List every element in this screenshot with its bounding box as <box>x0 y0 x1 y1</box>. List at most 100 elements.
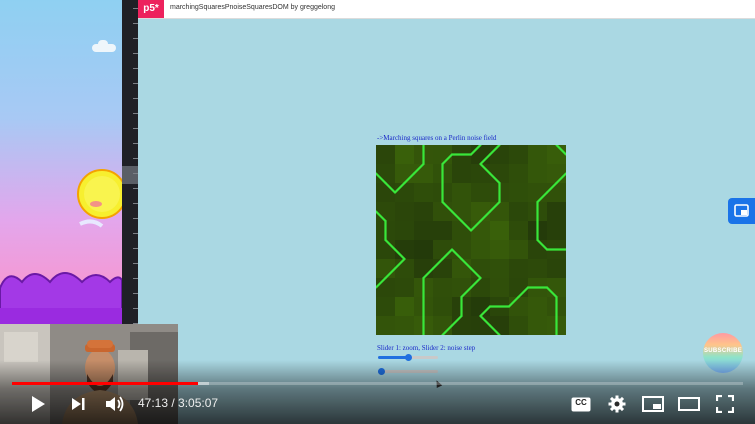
noise-cell <box>414 221 434 241</box>
noise-cell <box>395 240 415 260</box>
noise-cell <box>509 259 529 279</box>
cloud <box>98 40 108 48</box>
theater-mode-button[interactable] <box>676 392 702 416</box>
noise-cell <box>471 316 491 335</box>
noise-cell <box>376 202 396 222</box>
noise-cell <box>433 145 453 165</box>
sketch-caption: ->Marching squares on a Perlin noise fie… <box>377 134 497 142</box>
zoom-slider[interactable] <box>378 354 438 361</box>
noise-cell <box>452 278 472 298</box>
noise-cell <box>528 183 548 203</box>
noise-cell <box>414 240 434 260</box>
noise-cell <box>395 221 415 241</box>
noise-cell <box>395 164 415 184</box>
subscribe-label: SUBSCRIBE <box>703 348 743 354</box>
noise-cell <box>471 221 491 241</box>
p5-logo[interactable]: p5* <box>138 0 164 18</box>
noise-cell <box>395 183 415 203</box>
miniplayer-button[interactable] <box>640 392 666 416</box>
noise-cell <box>376 145 396 165</box>
noise-cell <box>490 164 510 184</box>
noise-cell <box>414 164 434 184</box>
noise-cell <box>490 145 510 165</box>
noise-cell <box>509 164 529 184</box>
noise-cell <box>395 145 415 165</box>
progress-bar[interactable] <box>12 382 743 385</box>
noise-cell <box>490 221 510 241</box>
editor-toolbar: p5* marchingSquaresPnoiseSquaresDOM by g… <box>138 0 755 19</box>
noise-cell <box>471 202 491 222</box>
noise-cell <box>376 316 396 335</box>
noise-cell <box>395 316 415 335</box>
noise-cell <box>509 221 529 241</box>
fullscreen-icon <box>716 395 734 413</box>
noise-cell <box>414 202 434 222</box>
volume-button[interactable] <box>102 392 128 416</box>
noise-cell <box>433 221 453 241</box>
noise-cell <box>471 183 491 203</box>
noise-cell <box>433 259 453 279</box>
noise-cell <box>433 278 453 298</box>
theater-icon <box>678 397 700 411</box>
noise-cell <box>452 316 472 335</box>
picture-in-picture-side-button[interactable] <box>728 198 755 224</box>
gutter-highlight <box>122 166 138 184</box>
pip-icon <box>734 204 749 217</box>
captions-label: CC <box>575 398 587 407</box>
noise-cell <box>395 297 415 317</box>
noise-cell <box>395 259 415 279</box>
noise-cell <box>452 183 472 203</box>
noise-cell <box>490 240 510 260</box>
slider-fill <box>378 356 408 359</box>
noise-cell <box>376 164 396 184</box>
noise-cell <box>490 278 510 298</box>
play-button[interactable] <box>26 392 50 416</box>
noise-cell <box>376 259 396 279</box>
noise-cell <box>490 259 510 279</box>
progress-played <box>12 382 199 385</box>
next-button[interactable] <box>66 392 90 416</box>
noise-cell <box>414 259 434 279</box>
noise-cell <box>509 145 529 165</box>
noise-cell <box>528 164 548 184</box>
noise-cell <box>528 240 548 260</box>
slider-caption: Slider 1: zoom, Slider 2: noise step <box>377 344 476 352</box>
noise-cell <box>452 221 472 241</box>
noise-cell <box>452 164 472 184</box>
noise-cell <box>528 145 548 165</box>
noise-cell <box>547 145 566 165</box>
noise-cell <box>376 240 396 260</box>
time-display: 47:13 / 3:05:07 <box>138 396 219 410</box>
noise-cell <box>471 164 491 184</box>
volume-icon <box>106 396 124 412</box>
fullscreen-button[interactable] <box>712 392 738 416</box>
noise-cell <box>452 259 472 279</box>
noise-cell <box>528 316 548 335</box>
noise-cell <box>490 202 510 222</box>
noise-cell <box>547 164 566 184</box>
noise-cell <box>452 240 472 260</box>
noise-cell <box>509 202 529 222</box>
noise-cell <box>471 278 491 298</box>
gear-icon <box>608 395 626 413</box>
noise-cell <box>376 278 396 298</box>
noise-cell <box>547 259 566 279</box>
noise-cell <box>547 183 566 203</box>
noise-cell <box>433 316 453 335</box>
settings-button[interactable] <box>605 392 629 416</box>
noise-cell <box>376 297 396 317</box>
noise-cell <box>471 297 491 317</box>
noise-cell <box>528 297 548 317</box>
noise-cell <box>509 316 529 335</box>
noise-cell <box>471 240 491 260</box>
video-frame: p5* marchingSquaresPnoiseSquaresDOM by g… <box>0 0 755 424</box>
perlin-noise-canvas[interactable] <box>376 145 566 335</box>
next-icon <box>72 398 85 410</box>
noise-cell <box>509 183 529 203</box>
noise-cell <box>376 183 396 203</box>
noise-cell <box>509 240 529 260</box>
sketch-title: marchingSquaresPnoiseSquaresDOM by gregg… <box>170 4 335 11</box>
noise-cell <box>490 316 510 335</box>
noise-cell <box>433 240 453 260</box>
noise-cell <box>395 202 415 222</box>
